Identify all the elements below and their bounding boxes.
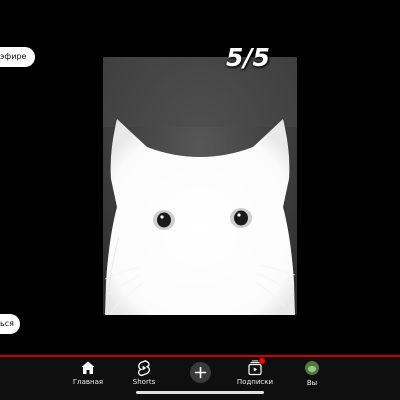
nav-home[interactable]: Главная bbox=[60, 360, 116, 390]
subscriptions-icon bbox=[247, 358, 265, 376]
nav-you[interactable]: Вы bbox=[284, 360, 340, 390]
notification-dot bbox=[259, 358, 265, 364]
cat-image bbox=[103, 57, 297, 315]
home-icon bbox=[80, 360, 96, 376]
home-indicator[interactable] bbox=[136, 391, 264, 394]
nav-shorts-label: Shorts bbox=[132, 378, 156, 386]
subscribe-chip-label: ься bbox=[0, 319, 14, 328]
nav-home-label: Главная bbox=[72, 378, 104, 386]
plus-icon bbox=[194, 366, 207, 379]
video-player[interactable] bbox=[103, 57, 297, 315]
live-chip[interactable]: эфире bbox=[0, 47, 36, 67]
nav-shorts[interactable]: Shorts bbox=[116, 360, 172, 390]
nav-subscriptions[interactable]: Подписки bbox=[227, 358, 283, 390]
slide-counter: 5/5 bbox=[226, 43, 270, 72]
screen: эфире 5/5 ься Главная Shorts Подписки Вы bbox=[0, 0, 400, 400]
nav-you-label: Вы bbox=[306, 379, 318, 387]
avatar bbox=[305, 361, 319, 375]
create-button[interactable] bbox=[190, 362, 211, 383]
subscribe-chip[interactable]: ься bbox=[0, 314, 20, 334]
live-chip-label: эфире bbox=[0, 52, 27, 61]
shorts-icon bbox=[136, 360, 152, 376]
nav-subscriptions-label: Подписки bbox=[236, 378, 274, 386]
avatar-wrapper bbox=[304, 361, 320, 377]
